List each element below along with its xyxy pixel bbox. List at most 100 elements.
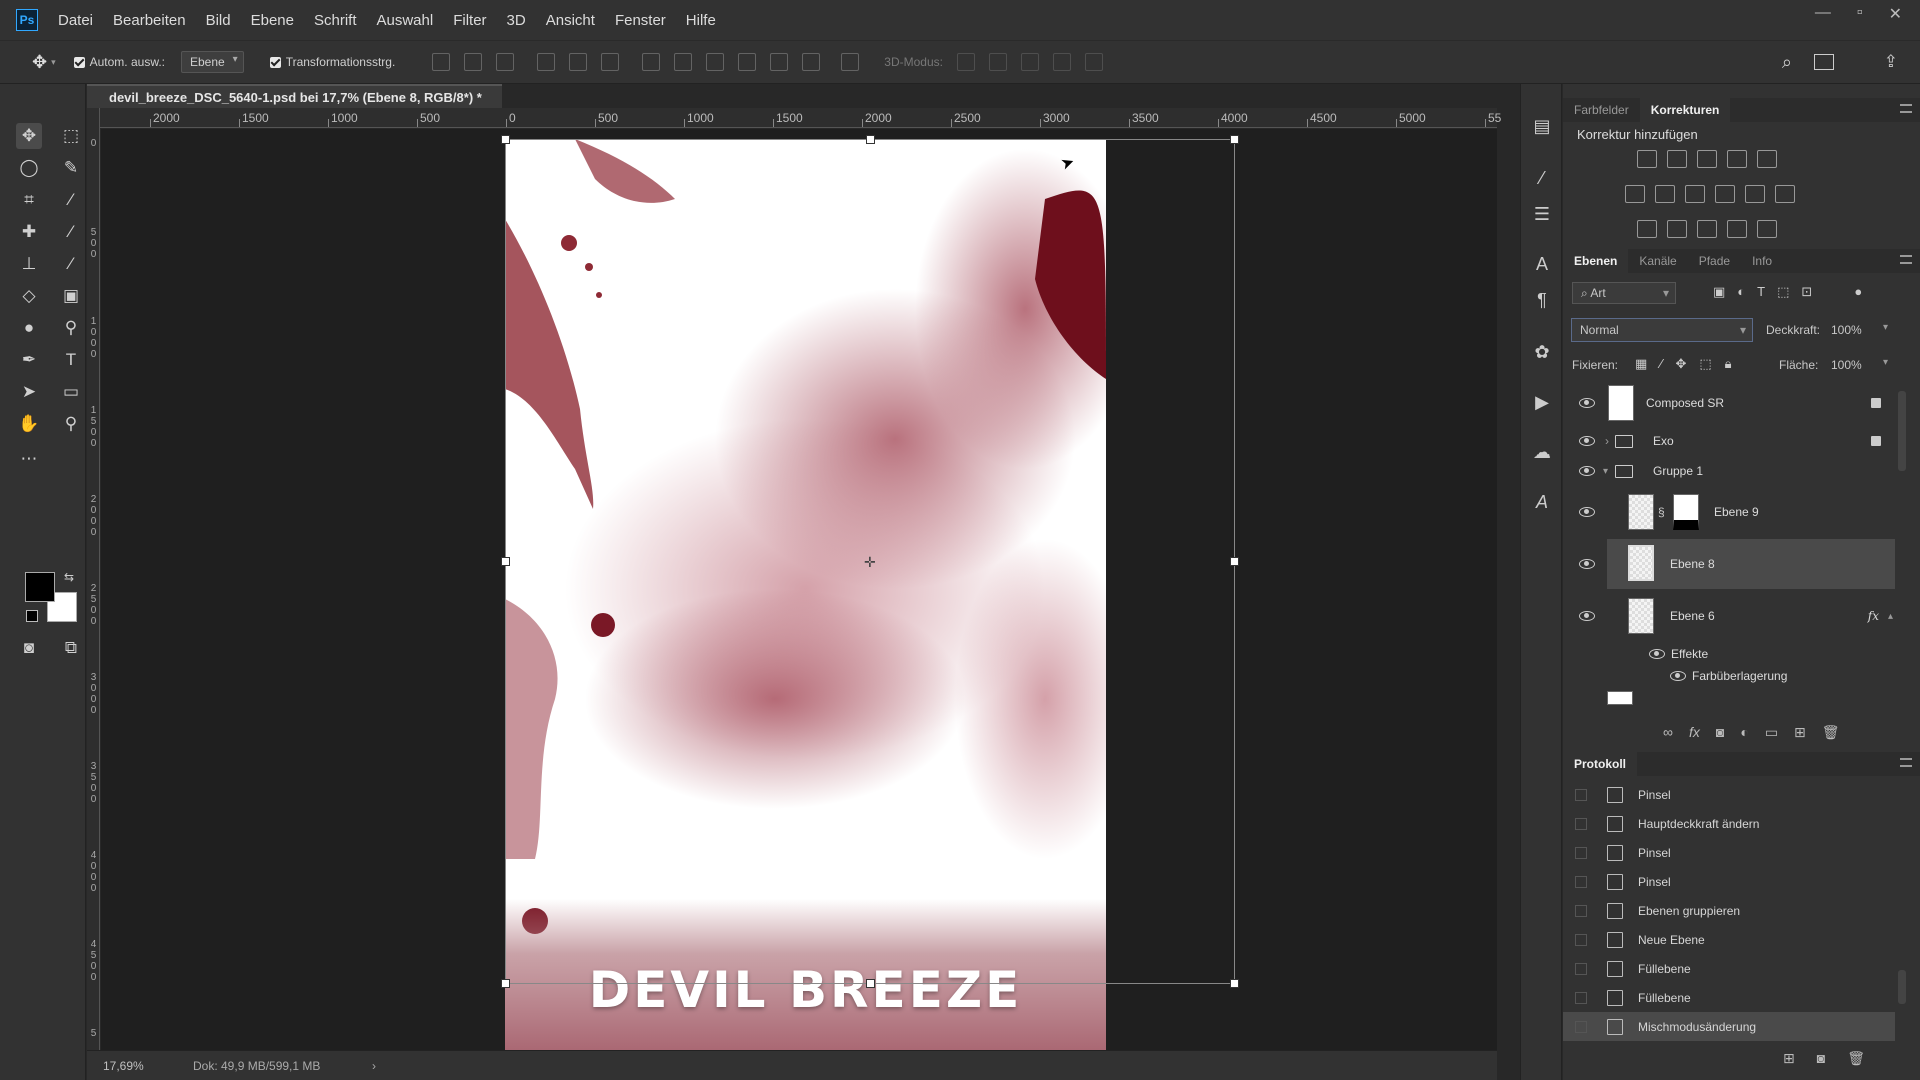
panel-menu-icon[interactable] — [1900, 255, 1912, 264]
foreground-color-swatch[interactable] — [25, 572, 55, 602]
menu-bild[interactable]: Bild — [206, 12, 231, 29]
history-checkbox[interactable] — [1575, 962, 1587, 975]
exposure-icon[interactable] — [1727, 150, 1747, 168]
brightness-icon[interactable] — [1637, 150, 1657, 168]
filter-toggle-icon[interactable]: ● — [1854, 284, 1862, 300]
eye-icon[interactable] — [1579, 559, 1595, 569]
color-balance-icon[interactable] — [1655, 185, 1675, 203]
invert-icon[interactable] — [1637, 220, 1657, 238]
history-checkbox[interactable] — [1575, 817, 1587, 830]
menu-datei[interactable]: Datei — [58, 12, 93, 29]
distribute-left-icon[interactable] — [738, 53, 757, 71]
layers-scrollbar[interactable] — [1898, 391, 1906, 471]
transform-handle[interactable] — [866, 979, 875, 988]
transform-center-icon[interactable]: ✛ — [864, 554, 876, 571]
tab-info[interactable]: Info — [1741, 249, 1783, 273]
glyphs-icon[interactable]: A — [1530, 490, 1554, 514]
link-layers-icon[interactable]: ∞ — [1663, 724, 1673, 741]
transform-handle[interactable] — [501, 979, 510, 988]
cloud-icon[interactable]: ☁ — [1530, 440, 1554, 464]
history-checkbox[interactable] — [1575, 875, 1587, 888]
distribute-top-icon[interactable] — [642, 53, 661, 71]
auto-select-checkbox[interactable] — [73, 56, 85, 68]
tab-farbfelder[interactable]: Farbfelder — [1563, 98, 1640, 122]
menu-bearbeiten[interactable]: Bearbeiten — [113, 12, 186, 29]
history-checkbox[interactable] — [1575, 1020, 1587, 1033]
layer-row[interactable]: § Ebene 9 — [1563, 487, 1895, 537]
chevron-down-icon[interactable]: ▾ — [1603, 466, 1608, 477]
new-document-icon[interactable]: ⊞ — [1783, 1050, 1795, 1067]
paragraph-icon[interactable]: ¶ — [1530, 288, 1554, 312]
levels-icon[interactable] — [1667, 150, 1687, 168]
tab-korrekturen[interactable]: Korrekturen — [1639, 98, 1731, 122]
history-brush-icon[interactable]: ⁄ — [58, 251, 84, 277]
actions-icon[interactable]: ▶ — [1530, 390, 1554, 414]
vibrance-icon[interactable] — [1757, 150, 1777, 168]
quick-mask-icon[interactable]: ◙ — [16, 635, 42, 661]
minimize-icon[interactable]: — — [1815, 4, 1831, 24]
history-item[interactable]: Hauptdeckkraft ändern — [1563, 809, 1895, 838]
menu-fenster[interactable]: Fenster — [615, 12, 666, 29]
zoom-tool-icon[interactable]: ⚲ — [58, 411, 84, 437]
marquee-tool-icon[interactable]: ⬚ — [58, 123, 84, 149]
tab-pfade[interactable]: Pfade — [1688, 249, 1741, 273]
menu-filter[interactable]: Filter — [453, 12, 486, 29]
panel-menu-icon[interactable] — [1900, 104, 1912, 113]
eye-icon[interactable] — [1579, 436, 1595, 446]
menu-auswahl[interactable]: Auswahl — [377, 12, 434, 29]
history-item[interactable]: Pinsel — [1563, 780, 1895, 809]
adjustments-icon[interactable]: ☰ — [1530, 202, 1554, 226]
doc-size[interactable]: Dok: 49,9 MB/599,1 MB — [193, 1059, 320, 1073]
eye-icon[interactable] — [1579, 611, 1595, 621]
libraries-icon[interactable]: ▤ — [1530, 114, 1554, 138]
photo-filter-icon[interactable] — [1715, 185, 1735, 203]
align-left-icon[interactable] — [537, 53, 556, 71]
fx-icon[interactable]: fx — [1689, 724, 1700, 741]
gradient-map-icon[interactable] — [1757, 220, 1777, 238]
history-item[interactable]: Neue Ebene — [1563, 925, 1895, 954]
menu-ansicht[interactable]: Ansicht — [546, 12, 595, 29]
filter-type-icon[interactable]: T — [1757, 284, 1765, 300]
hand-tool-icon[interactable]: ✋ — [16, 411, 42, 437]
chevron-down-icon[interactable]: ▾ — [1883, 357, 1888, 368]
3d-pan-icon[interactable] — [1020, 53, 1039, 71]
swap-colors-icon[interactable]: ⇆ — [64, 570, 74, 584]
eye-icon[interactable] — [1579, 398, 1595, 408]
tab-protokoll[interactable]: Protokoll — [1563, 752, 1638, 776]
snapshot-icon[interactable]: ◙ — [1817, 1050, 1825, 1067]
menu-schrift[interactable]: Schrift — [314, 12, 357, 29]
transform-handle[interactable] — [1230, 557, 1239, 566]
search-icon[interactable]: ⌕ — [1782, 52, 1792, 73]
layer-filter-dropdown[interactable]: ⌕ Art ▾ — [1572, 282, 1676, 304]
character-icon[interactable]: A — [1530, 252, 1554, 276]
lock-transparent-icon[interactable]: ▦ — [1635, 356, 1647, 372]
menu-3d[interactable]: 3D — [507, 12, 526, 29]
eye-icon[interactable] — [1670, 671, 1686, 681]
blend-mode-dropdown[interactable]: Normal ▾ — [1571, 318, 1753, 342]
3d-orbit-icon[interactable] — [956, 53, 975, 71]
eraser-tool-icon[interactable]: ◇ — [16, 283, 42, 309]
path-select-icon[interactable]: ➤ — [16, 379, 42, 405]
curves-icon[interactable] — [1697, 150, 1717, 168]
zoom-level[interactable]: 17,69% — [103, 1059, 183, 1073]
chevron-down-icon[interactable]: ▾ — [1883, 322, 1888, 333]
stamp-tool-icon[interactable]: ⊥ — [16, 251, 42, 277]
dodge-tool-icon[interactable]: ⚲ — [58, 315, 84, 341]
close-icon[interactable]: ✕ — [1889, 4, 1902, 24]
rectangle-tool-icon[interactable]: ▭ — [58, 379, 84, 405]
photoshop-logo-icon[interactable]: Ps — [16, 9, 38, 31]
history-checkbox[interactable] — [1575, 788, 1587, 801]
eye-icon[interactable] — [1579, 507, 1595, 517]
panel-menu-icon[interactable] — [1900, 758, 1912, 767]
eye-icon[interactable] — [1649, 649, 1665, 659]
link-icon[interactable]: § — [1658, 505, 1665, 519]
maximize-icon[interactable]: ▫ — [1857, 4, 1863, 24]
3d-scale-icon[interactable] — [1084, 53, 1103, 71]
transform-controls-checkbox[interactable] — [269, 56, 281, 68]
crop-tool-icon[interactable]: ⌗ — [16, 187, 42, 213]
fill-value[interactable]: 100% — [1831, 358, 1862, 372]
document-tab[interactable]: devil_breeze_DSC_5640-1.psd bei 17,7% (E… — [87, 84, 502, 108]
align-vcenter-icon[interactable] — [464, 53, 483, 71]
align-top-icon[interactable] — [432, 53, 451, 71]
layer-row-selected[interactable]: Ebene 8 — [1579, 539, 1895, 589]
